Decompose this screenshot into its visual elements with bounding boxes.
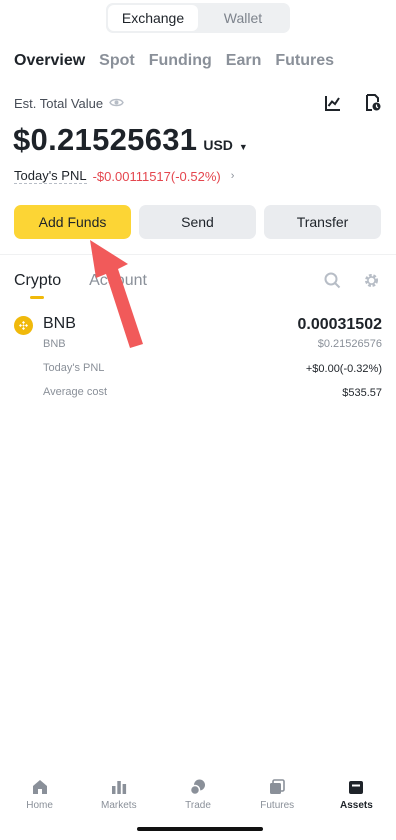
annotation-arrow-icon xyxy=(90,240,143,348)
nav-assets[interactable]: Assets xyxy=(317,778,396,811)
markets-icon xyxy=(111,781,126,794)
asset-usd-value: $0.21526576 xyxy=(317,338,382,350)
tab-crypto[interactable]: Crypto xyxy=(14,272,61,290)
nav-futures-label: Futures xyxy=(260,800,295,811)
nav-markets-label: Markets xyxy=(101,800,137,811)
header-icons xyxy=(324,94,382,117)
tab-futures[interactable]: Futures xyxy=(275,52,334,70)
gear-icon[interactable] xyxy=(363,272,380,294)
tab-funding[interactable]: Funding xyxy=(149,52,212,70)
asset-symbol: BNB xyxy=(43,315,76,332)
exchange-toggle[interactable]: Exchange xyxy=(108,5,198,31)
futures-icon xyxy=(270,779,286,794)
wallet-icon xyxy=(349,781,364,794)
average-cost-label: Average cost xyxy=(43,386,108,398)
history-icon[interactable] xyxy=(364,94,382,117)
nav-trade-label: Trade xyxy=(185,800,211,811)
average-cost-value: $535.57 xyxy=(342,387,382,399)
tab-earn[interactable]: Earn xyxy=(226,52,262,70)
send-button[interactable]: Send xyxy=(139,205,256,239)
asset-pnl-value: +$0.00(-0.32%) xyxy=(305,363,382,375)
nav-assets-label: Assets xyxy=(340,800,373,811)
nav-home[interactable]: Home xyxy=(0,778,79,811)
search-icon[interactable] xyxy=(324,272,341,294)
add-funds-button[interactable]: Add Funds xyxy=(14,205,131,239)
total-amount: $0.21525631 xyxy=(13,122,198,157)
bnb-coin-icon xyxy=(14,316,33,335)
holdings-icons xyxy=(324,272,380,294)
caret-down-icon[interactable]: ▼ xyxy=(239,142,248,152)
section-divider xyxy=(0,254,396,255)
bottom-nav: Home Markets Trade Futures Assets xyxy=(0,778,396,811)
eye-icon[interactable] xyxy=(109,96,124,111)
trade-icon xyxy=(189,779,205,796)
asset-name: BNB xyxy=(43,338,66,350)
asset-amount: 0.00031502 xyxy=(297,316,382,333)
tab-spot[interactable]: Spot xyxy=(99,52,135,70)
home-indicator xyxy=(137,827,263,831)
currency-selector[interactable]: USD xyxy=(203,137,233,153)
nav-home-label: Home xyxy=(26,800,53,811)
tab-overview[interactable]: Overview xyxy=(14,52,85,70)
pnl-label: Today's PNL xyxy=(14,168,87,184)
mode-switch: Exchange Wallet xyxy=(106,3,290,33)
nav-trade[interactable]: Trade xyxy=(158,778,237,811)
action-buttons: Add Funds Send Transfer xyxy=(14,205,381,239)
chart-icon[interactable] xyxy=(324,94,342,117)
asset-pnl-label: Today's PNL xyxy=(43,362,105,374)
nav-markets[interactable]: Markets xyxy=(79,778,158,811)
pnl-value: -$0.00111517(-0.52%) xyxy=(92,168,221,184)
est-total-label: Est. Total Value xyxy=(14,96,104,111)
asset-tabs: Overview Spot Funding Earn Futures xyxy=(14,52,334,70)
total-balance: $0.21525631 USD ▼ xyxy=(13,122,248,158)
est-total-row: Est. Total Value xyxy=(14,96,124,111)
todays-pnl-row[interactable]: Today's PNL -$0.00111517(-0.52%) › xyxy=(14,168,234,184)
wallet-toggle[interactable]: Wallet xyxy=(198,5,288,31)
active-tab-indicator xyxy=(30,296,44,299)
nav-futures[interactable]: Futures xyxy=(238,778,317,811)
home-icon xyxy=(32,780,47,794)
chevron-right-icon: › xyxy=(230,170,235,182)
transfer-button[interactable]: Transfer xyxy=(264,205,381,239)
